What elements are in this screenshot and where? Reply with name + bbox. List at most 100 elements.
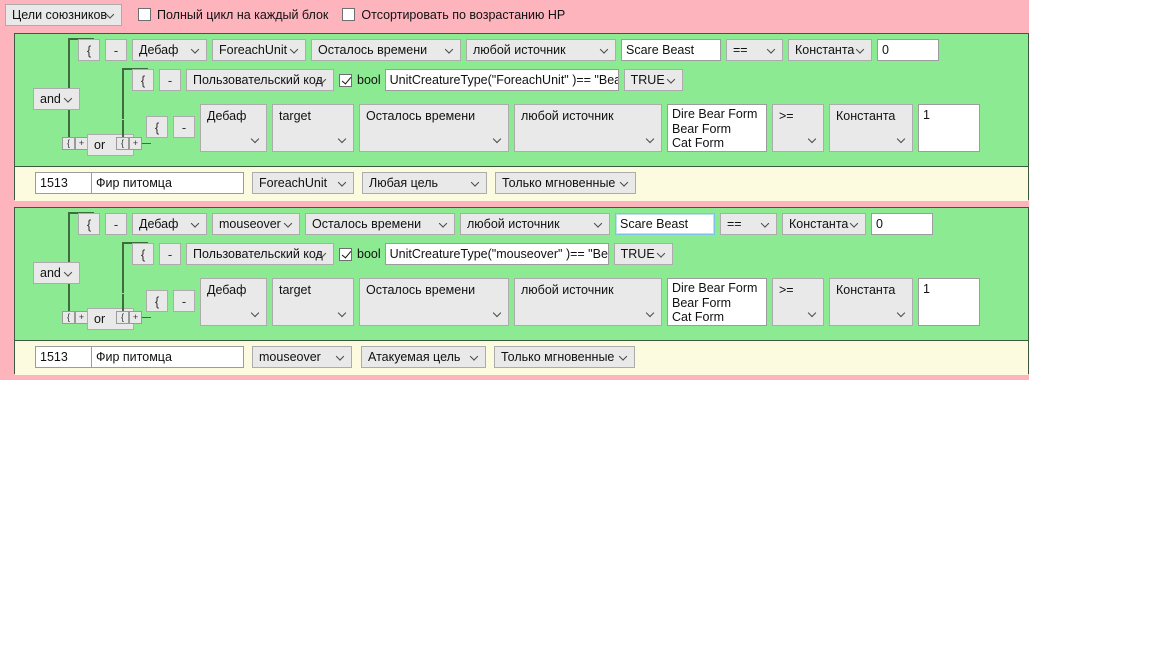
condition-unit-select[interactable]: ForeachUnit (212, 39, 306, 61)
chevron-down-icon (668, 76, 677, 85)
condition-type-select[interactable]: Пользовательский код (186, 69, 334, 91)
condition-source-select[interactable]: любой источник (514, 104, 662, 152)
condition-value-input[interactable]: 1 (918, 104, 980, 152)
condition-value-input[interactable]: 0 (877, 39, 939, 61)
group-brace-button[interactable]: { (146, 290, 168, 312)
condition-value-type-select[interactable]: Константа (829, 104, 913, 152)
spell-name-input[interactable]: Фир питомца (91, 172, 244, 194)
group-brace-button[interactable]: { (132, 69, 154, 91)
action-target-select[interactable]: Любая цель (362, 172, 487, 194)
expected-result-select[interactable]: TRUE (623, 69, 683, 91)
add-condition-plus-button[interactable]: + (129, 137, 142, 150)
remove-condition-button[interactable]: - (105, 39, 127, 61)
group-brace-button[interactable]: { (78, 39, 100, 61)
condition-type-select[interactable]: Дебаф (132, 39, 207, 61)
condition-operator-select[interactable]: == (726, 39, 783, 61)
action-unit-select[interactable]: ForeachUnit (252, 172, 354, 194)
full-cycle-checkbox[interactable] (138, 8, 151, 21)
condition-source-value: любой источник (473, 43, 566, 57)
condition-source-select[interactable]: любой источник (466, 39, 616, 61)
logic-or-value-2: or (94, 312, 106, 326)
remove-condition-button[interactable]: - (173, 116, 195, 138)
chevron-down-icon (252, 309, 261, 318)
condition-type-select[interactable]: Пользовательский код (186, 243, 334, 265)
condition-property-select[interactable]: Осталось времени (305, 213, 455, 235)
remove-condition-button[interactable]: - (159, 243, 181, 265)
remove-condition-button[interactable]: - (159, 69, 181, 91)
condition-property-select[interactable]: Осталось времени (311, 39, 461, 61)
chevron-down-icon (647, 135, 656, 144)
chevron-down-icon (809, 135, 818, 144)
expected-result-value: TRUE (620, 247, 655, 261)
condition-aura-names-input[interactable]: Dire Bear Form Bear Form Cat Form (667, 278, 767, 326)
remove-condition-button[interactable]: - (105, 213, 127, 235)
custom-code-input[interactable]: UnitCreatureType("mouseover" )== "Beast" (384, 243, 609, 265)
sort-hp-checkbox-row[interactable]: Отсортировать по возрастанию HP (342, 8, 565, 22)
group-brace-button[interactable]: { (132, 243, 154, 265)
custom-code-input[interactable]: UnitCreatureType("ForeachUnit" )== "Beas… (384, 69, 619, 91)
condition-property-select[interactable]: Осталось времени (359, 104, 509, 152)
full-cycle-checkbox-row[interactable]: Полный цикл на каждый блок (138, 8, 328, 22)
condition-aura-names-input[interactable]: Dire Bear Form Bear Form Cat Form (667, 104, 767, 152)
add-group-brace-button[interactable]: { (116, 137, 129, 150)
action-cast-mode-value: Только мгновенные (501, 350, 615, 364)
condition-value-input[interactable]: 1 (918, 278, 980, 326)
connector-or-vertical-top (122, 242, 124, 293)
condition-type-select[interactable]: Дебаф (200, 278, 267, 326)
chevron-down-icon (857, 46, 866, 55)
condition-value-type-select[interactable]: Константа (788, 39, 872, 61)
condition-unit-select[interactable]: target (272, 104, 354, 152)
remove-condition-button[interactable]: - (173, 290, 195, 312)
group-brace-button[interactable]: { (146, 116, 168, 138)
condition-operator-select[interactable]: == (720, 213, 777, 235)
condition-type-select[interactable]: Дебаф (200, 104, 267, 152)
chevron-down-icon (647, 309, 656, 318)
chevron-down-icon (440, 220, 449, 229)
rule-block-1[interactable]: and { + or { + {- Дебаф ForeachUnit Ост… (14, 33, 1029, 201)
sort-hp-checkbox[interactable] (342, 8, 356, 21)
spell-name-input[interactable]: Фир питомца (91, 346, 244, 368)
chevron-down-icon (494, 135, 503, 144)
chevron-down-icon (339, 135, 348, 144)
condition-operator-select[interactable]: >= (772, 278, 824, 326)
condition-unit-select[interactable]: mouseover (212, 213, 300, 235)
condition-aura-name-input[interactable]: Scare Beast (615, 213, 715, 235)
add-condition-plus-button[interactable]: + (129, 311, 142, 324)
connector-or-vertical-bottom (122, 120, 124, 138)
condition-row: { - Дебаф target Осталось времени любой … (146, 278, 980, 326)
add-group-brace-button[interactable]: { (62, 311, 75, 324)
condition-value-type-select[interactable]: Константа (782, 213, 866, 235)
condition-row: { - Пользовательский код bool UnitCreatu… (132, 69, 683, 91)
logic-and-select-2[interactable]: and (33, 262, 80, 284)
action-cast-mode-select[interactable]: Только мгновенные (495, 172, 636, 194)
target-group-select[interactable]: Цели союзников (5, 3, 122, 26)
bool-mode-checkbox[interactable] (339, 247, 352, 261)
action-unit-select[interactable]: mouseover (252, 346, 352, 368)
connector-and-vertical-top (68, 38, 70, 89)
condition-value-type-select[interactable]: Константа (829, 278, 913, 326)
logic-and-select-1[interactable]: and (33, 88, 80, 110)
expected-result-select[interactable]: TRUE (613, 243, 673, 265)
chevron-down-icon (107, 10, 116, 19)
add-group-brace-button[interactable]: { (116, 311, 129, 324)
rule-block-2[interactable]: and { + or { + {- Дебаф mouseover Остал… (14, 207, 1029, 375)
add-group-brace-button[interactable]: { (62, 137, 75, 150)
condition-unit-select[interactable]: target (272, 278, 354, 326)
condition-property-select[interactable]: Осталось времени (359, 278, 509, 326)
group-brace-button[interactable]: { (78, 213, 100, 235)
condition-value-type-value: Константа (836, 283, 896, 297)
bool-mode-checkbox[interactable] (339, 73, 352, 87)
condition-type-select[interactable]: Дебаф (132, 213, 207, 235)
condition-source-select[interactable]: любой источник (460, 213, 610, 235)
spell-id-input[interactable]: 1513 (35, 346, 92, 368)
condition-operator-select[interactable]: >= (772, 104, 824, 152)
condition-type-value: Пользовательский код (193, 247, 323, 261)
condition-operator-value: == (733, 43, 748, 57)
action-target-select[interactable]: Атакуемая цель (361, 346, 486, 368)
chevron-down-icon (337, 353, 346, 362)
condition-aura-name-input[interactable]: Scare Beast (621, 39, 721, 61)
spell-id-input[interactable]: 1513 (35, 172, 92, 194)
action-cast-mode-select[interactable]: Только мгновенные (494, 346, 635, 368)
condition-source-select[interactable]: любой источник (514, 278, 662, 326)
condition-value-input[interactable]: 0 (871, 213, 933, 235)
